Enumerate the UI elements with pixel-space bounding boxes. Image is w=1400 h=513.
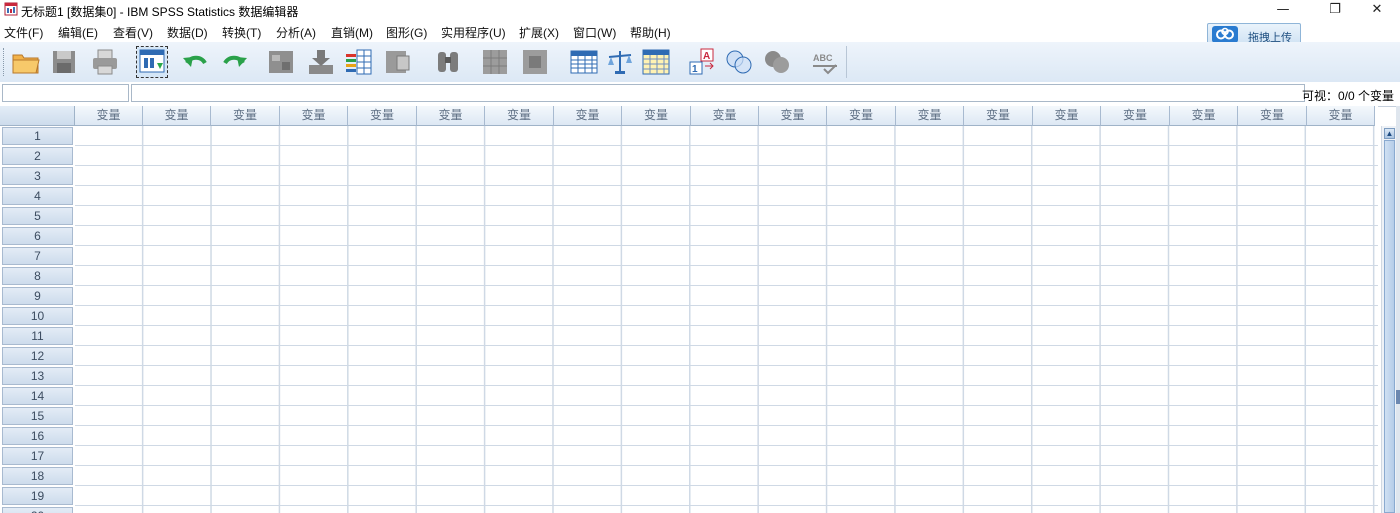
column-header[interactable]: 变量 — [75, 106, 143, 126]
find-icon[interactable] — [433, 47, 463, 77]
row-header[interactable]: 7 — [2, 247, 73, 265]
toolbar: A1 ABC — [0, 42, 1400, 83]
row-header[interactable]: 11 — [2, 327, 73, 345]
toolbar-separator — [846, 46, 847, 78]
insert-variable-icon[interactable] — [520, 47, 550, 77]
menu-data[interactable]: 数据(D) — [167, 24, 208, 41]
row-header[interactable]: 9 — [2, 287, 73, 305]
row-header[interactable]: 5 — [2, 207, 73, 225]
show-all-variables-icon[interactable] — [762, 47, 792, 77]
data-grid: 变量 变量 变量 变量 变量 变量 变量 变量 变量 变量 变量 变量 变量 变… — [0, 106, 1378, 513]
undo-icon[interactable] — [181, 47, 211, 77]
column-header[interactable]: 变量 — [1101, 106, 1170, 126]
title-bar: 无标题1 [数据集0] - IBM SPSS Statistics 数据编辑器 … — [0, 0, 1400, 20]
spell-check-icon[interactable]: ABC — [810, 47, 840, 77]
run-descriptives-icon[interactable] — [383, 47, 413, 77]
grid-cells[interactable] — [75, 126, 1378, 513]
menu-utilities[interactable]: 实用程序(U) — [441, 24, 506, 41]
menu-window[interactable]: 窗口(W) — [573, 24, 616, 41]
save-icon[interactable] — [49, 47, 79, 77]
svg-text:1: 1 — [692, 64, 698, 75]
redo-icon[interactable] — [219, 47, 249, 77]
column-header[interactable]: 变量 — [1238, 106, 1307, 126]
cloud-upload-icon — [1212, 26, 1238, 43]
close-button[interactable]: ✕ — [1354, 0, 1400, 20]
window-title: 无标题1 [数据集0] - IBM SPSS Statistics 数据编辑器 — [21, 5, 299, 19]
column-header[interactable]: 变量 — [417, 106, 485, 126]
row-header[interactable]: 6 — [2, 227, 73, 245]
column-header[interactable]: 变量 — [143, 106, 211, 126]
row-header[interactable]: 8 — [2, 267, 73, 285]
row-header[interactable]: 15 — [2, 407, 73, 425]
column-header[interactable]: 变量 — [827, 106, 896, 126]
minimize-button[interactable]: — — [1260, 0, 1306, 20]
svg-text:ABC: ABC — [813, 53, 833, 63]
column-header[interactable]: 变量 — [348, 106, 417, 126]
column-header[interactable]: 变量 — [896, 106, 964, 126]
menu-analyze[interactable]: 分析(A) — [276, 24, 316, 41]
row-header[interactable]: 20 — [2, 507, 73, 513]
spss-app-icon[interactable] — [4, 2, 18, 16]
variables-icon[interactable] — [344, 47, 374, 77]
menu-file[interactable]: 文件(F) — [4, 24, 43, 41]
grid-corner[interactable] — [0, 106, 75, 126]
column-header[interactable]: 变量 — [211, 106, 280, 126]
cell-editor-bar: 可视：0/0 个变量 — [0, 82, 1400, 107]
column-header[interactable]: 变量 — [622, 106, 691, 126]
column-header[interactable]: 变量 — [964, 106, 1033, 126]
menu-help[interactable]: 帮助(H) — [630, 24, 671, 41]
svg-text:A: A — [703, 51, 710, 62]
row-header[interactable]: 19 — [2, 487, 73, 505]
cell-name-box[interactable] — [2, 84, 129, 102]
column-header[interactable]: 变量 — [1307, 106, 1375, 126]
scroll-up-arrow-icon[interactable]: ▲ — [1384, 128, 1395, 139]
column-header[interactable]: 变量 — [691, 106, 759, 126]
menu-transform[interactable]: 转换(T) — [222, 24, 261, 41]
row-header[interactable]: 4 — [2, 187, 73, 205]
use-variable-sets-icon[interactable] — [724, 47, 754, 77]
row-header[interactable]: 3 — [2, 167, 73, 185]
column-header[interactable]: 变量 — [554, 106, 622, 126]
value-labels-icon[interactable]: A1 — [688, 47, 718, 77]
menu-direct-marketing[interactable]: 直销(M) — [331, 24, 373, 41]
column-header[interactable]: 变量 — [280, 106, 348, 126]
column-header[interactable]: 变量 — [759, 106, 827, 126]
weight-cases-icon[interactable] — [605, 47, 635, 77]
window-right-edge — [1396, 106, 1400, 513]
go-to-case-icon[interactable] — [266, 47, 296, 77]
column-header[interactable]: 变量 — [1170, 106, 1238, 126]
row-header[interactable]: 12 — [2, 347, 73, 365]
restore-button[interactable]: ❐ — [1312, 0, 1358, 20]
menu-extensions[interactable]: 扩展(X) — [519, 24, 559, 41]
column-header[interactable]: 变量 — [485, 106, 554, 126]
row-header[interactable]: 17 — [2, 447, 73, 465]
row-header[interactable]: 18 — [2, 467, 73, 485]
recall-dialog-icon[interactable] — [136, 46, 168, 78]
toolbar-grip[interactable] — [3, 48, 7, 76]
vertical-scrollbar[interactable]: ▲ — [1381, 126, 1397, 513]
splitter-handle[interactable] — [1396, 390, 1400, 404]
row-header[interactable]: 16 — [2, 427, 73, 445]
go-to-variable-icon[interactable] — [306, 47, 336, 77]
column-header[interactable]: 变量 — [1033, 106, 1101, 126]
menu-edit[interactable]: 编辑(E) — [58, 24, 98, 41]
row-header[interactable]: 13 — [2, 367, 73, 385]
row-header[interactable]: 14 — [2, 387, 73, 405]
menu-graphs[interactable]: 图形(G) — [386, 24, 427, 41]
print-icon[interactable] — [90, 47, 120, 77]
row-header[interactable]: 1 — [2, 127, 73, 145]
scrollbar-thumb[interactable] — [1384, 140, 1395, 513]
cell-value-input[interactable] — [131, 84, 1305, 102]
menu-view[interactable]: 查看(V) — [113, 24, 153, 41]
insert-cases-icon[interactable] — [480, 47, 510, 77]
row-header[interactable]: 10 — [2, 307, 73, 325]
visible-variables-count: 可视：0/0 个变量 — [1301, 89, 1394, 103]
row-header[interactable]: 2 — [2, 147, 73, 165]
select-cases-icon[interactable] — [641, 47, 671, 77]
menu-bar: 文件(F) 编辑(E) 查看(V) 数据(D) 转换(T) 分析(A) 直销(M… — [0, 20, 1400, 42]
split-file-icon[interactable] — [569, 47, 599, 77]
open-folder-icon[interactable] — [11, 47, 41, 77]
